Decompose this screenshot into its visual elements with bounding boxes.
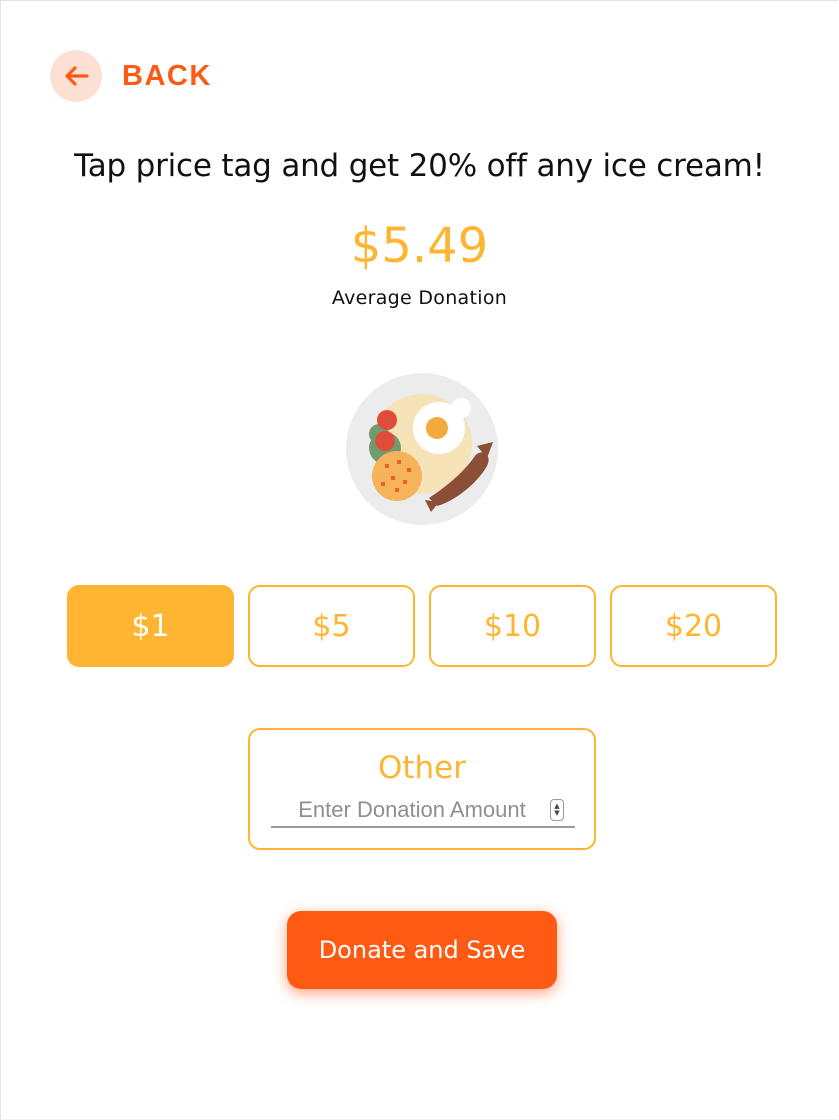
average-donation-amount: $5.49	[350, 218, 489, 274]
hash-dot	[381, 482, 385, 486]
average-donation-label: Average Donation	[331, 287, 508, 309]
number-spinner[interactable]: ▲ ▼	[550, 799, 564, 821]
amount-options: $1 $5 $10 $20	[67, 585, 777, 667]
back-icon-circle[interactable]	[50, 50, 102, 102]
egg-yolk	[426, 417, 448, 439]
promo-headline: Tap price tag and get 20% off any ice cr…	[74, 148, 765, 184]
amount-option-10[interactable]: $10	[429, 585, 596, 667]
hash-dot	[397, 460, 401, 464]
hash-dot	[385, 464, 389, 468]
donate-and-save-button[interactable]: Donate and Save	[287, 911, 557, 989]
hash-brown	[372, 451, 422, 501]
breakfast-plate-icon	[346, 373, 498, 525]
egg-white-bump	[451, 398, 471, 418]
arrow-left-icon	[65, 66, 89, 86]
tomato	[375, 431, 395, 451]
back-label[interactable]: BACK	[122, 60, 212, 93]
amount-option-5[interactable]: $5	[248, 585, 415, 667]
hash-dot	[403, 480, 407, 484]
donation-amount-input[interactable]	[271, 794, 575, 828]
amount-option-1[interactable]: $1	[67, 585, 234, 667]
back-button[interactable]: BACK	[50, 50, 212, 102]
spinner-down-icon[interactable]: ▼	[554, 810, 559, 817]
tomato	[377, 410, 397, 430]
hash-dot	[391, 476, 395, 480]
hash-dot	[395, 488, 399, 492]
other-label: Other	[377, 750, 467, 786]
amount-option-20[interactable]: $20	[610, 585, 777, 667]
hash-dot	[407, 468, 411, 472]
other-amount-box: Other ▲ ▼	[248, 728, 596, 850]
